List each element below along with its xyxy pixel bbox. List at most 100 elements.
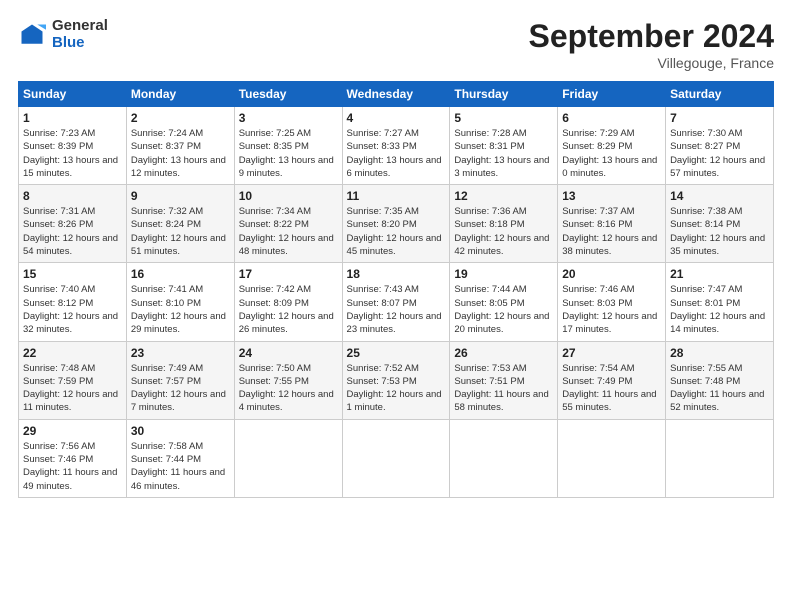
day-number: 11	[347, 189, 446, 203]
day-number: 7	[670, 111, 769, 125]
calendar-cell: 26 Sunrise: 7:53 AMSunset: 7:51 PMDaylig…	[450, 341, 558, 419]
day-number: 14	[670, 189, 769, 203]
day-detail: Sunrise: 7:31 AMSunset: 8:26 PMDaylight:…	[23, 206, 118, 257]
day-detail: Sunrise: 7:56 AMSunset: 7:46 PMDaylight:…	[23, 441, 117, 492]
table-row: 29 Sunrise: 7:56 AMSunset: 7:46 PMDaylig…	[19, 419, 774, 497]
day-detail: Sunrise: 7:55 AMSunset: 7:48 PMDaylight:…	[670, 363, 764, 414]
calendar-cell	[558, 419, 666, 497]
col-friday: Friday	[558, 82, 666, 107]
day-detail: Sunrise: 7:23 AMSunset: 8:39 PMDaylight:…	[23, 128, 118, 179]
page: General Blue September 2024 Villegouge, …	[0, 0, 792, 612]
day-number: 2	[131, 111, 230, 125]
col-tuesday: Tuesday	[234, 82, 342, 107]
day-number: 26	[454, 346, 553, 360]
col-thursday: Thursday	[450, 82, 558, 107]
calendar-cell: 19 Sunrise: 7:44 AMSunset: 8:05 PMDaylig…	[450, 263, 558, 341]
day-number: 24	[239, 346, 338, 360]
calendar-cell	[234, 419, 342, 497]
day-detail: Sunrise: 7:37 AMSunset: 8:16 PMDaylight:…	[562, 206, 657, 257]
title-area: September 2024 Villegouge, France	[529, 18, 774, 71]
day-detail: Sunrise: 7:27 AMSunset: 8:33 PMDaylight:…	[347, 128, 442, 179]
day-detail: Sunrise: 7:28 AMSunset: 8:31 PMDaylight:…	[454, 128, 549, 179]
table-row: 8 Sunrise: 7:31 AMSunset: 8:26 PMDayligh…	[19, 185, 774, 263]
calendar-cell: 10 Sunrise: 7:34 AMSunset: 8:22 PMDaylig…	[234, 185, 342, 263]
calendar-cell	[342, 419, 450, 497]
day-detail: Sunrise: 7:42 AMSunset: 8:09 PMDaylight:…	[239, 284, 334, 335]
day-number: 15	[23, 267, 122, 281]
logo: General Blue	[18, 18, 108, 51]
day-number: 9	[131, 189, 230, 203]
day-detail: Sunrise: 7:24 AMSunset: 8:37 PMDaylight:…	[131, 128, 226, 179]
day-detail: Sunrise: 7:49 AMSunset: 7:57 PMDaylight:…	[131, 363, 226, 414]
calendar-cell: 1 Sunrise: 7:23 AMSunset: 8:39 PMDayligh…	[19, 107, 127, 185]
day-detail: Sunrise: 7:46 AMSunset: 8:03 PMDaylight:…	[562, 284, 657, 335]
day-detail: Sunrise: 7:44 AMSunset: 8:05 PMDaylight:…	[454, 284, 549, 335]
day-detail: Sunrise: 7:53 AMSunset: 7:51 PMDaylight:…	[454, 363, 548, 414]
logo-icon	[18, 21, 46, 49]
day-number: 13	[562, 189, 661, 203]
day-number: 30	[131, 424, 230, 438]
calendar-cell: 11 Sunrise: 7:35 AMSunset: 8:20 PMDaylig…	[342, 185, 450, 263]
day-number: 29	[23, 424, 122, 438]
calendar-cell: 16 Sunrise: 7:41 AMSunset: 8:10 PMDaylig…	[126, 263, 234, 341]
day-detail: Sunrise: 7:58 AMSunset: 7:44 PMDaylight:…	[131, 441, 225, 492]
calendar-cell: 24 Sunrise: 7:50 AMSunset: 7:55 PMDaylig…	[234, 341, 342, 419]
logo-blue-text: Blue	[52, 35, 108, 52]
day-detail: Sunrise: 7:38 AMSunset: 8:14 PMDaylight:…	[670, 206, 765, 257]
day-detail: Sunrise: 7:48 AMSunset: 7:59 PMDaylight:…	[23, 363, 118, 414]
calendar-cell: 13 Sunrise: 7:37 AMSunset: 8:16 PMDaylig…	[558, 185, 666, 263]
day-number: 28	[670, 346, 769, 360]
day-number: 10	[239, 189, 338, 203]
calendar-cell: 20 Sunrise: 7:46 AMSunset: 8:03 PMDaylig…	[558, 263, 666, 341]
day-number: 18	[347, 267, 446, 281]
calendar-cell: 5 Sunrise: 7:28 AMSunset: 8:31 PMDayligh…	[450, 107, 558, 185]
day-detail: Sunrise: 7:25 AMSunset: 8:35 PMDaylight:…	[239, 128, 334, 179]
logo-general-text: General	[52, 18, 108, 35]
calendar-cell: 22 Sunrise: 7:48 AMSunset: 7:59 PMDaylig…	[19, 341, 127, 419]
header: General Blue September 2024 Villegouge, …	[18, 18, 774, 71]
day-detail: Sunrise: 7:30 AMSunset: 8:27 PMDaylight:…	[670, 128, 765, 179]
day-number: 3	[239, 111, 338, 125]
day-detail: Sunrise: 7:36 AMSunset: 8:18 PMDaylight:…	[454, 206, 549, 257]
day-detail: Sunrise: 7:34 AMSunset: 8:22 PMDaylight:…	[239, 206, 334, 257]
calendar-cell: 28 Sunrise: 7:55 AMSunset: 7:48 PMDaylig…	[666, 341, 774, 419]
day-detail: Sunrise: 7:43 AMSunset: 8:07 PMDaylight:…	[347, 284, 442, 335]
day-number: 12	[454, 189, 553, 203]
day-detail: Sunrise: 7:32 AMSunset: 8:24 PMDaylight:…	[131, 206, 226, 257]
day-number: 22	[23, 346, 122, 360]
logo-text: General Blue	[52, 18, 108, 51]
day-detail: Sunrise: 7:35 AMSunset: 8:20 PMDaylight:…	[347, 206, 442, 257]
day-detail: Sunrise: 7:54 AMSunset: 7:49 PMDaylight:…	[562, 363, 656, 414]
day-detail: Sunrise: 7:47 AMSunset: 8:01 PMDaylight:…	[670, 284, 765, 335]
day-number: 19	[454, 267, 553, 281]
calendar-cell: 17 Sunrise: 7:42 AMSunset: 8:09 PMDaylig…	[234, 263, 342, 341]
calendar-cell: 14 Sunrise: 7:38 AMSunset: 8:14 PMDaylig…	[666, 185, 774, 263]
day-number: 23	[131, 346, 230, 360]
day-detail: Sunrise: 7:41 AMSunset: 8:10 PMDaylight:…	[131, 284, 226, 335]
header-row: Sunday Monday Tuesday Wednesday Thursday…	[19, 82, 774, 107]
calendar-cell: 15 Sunrise: 7:40 AMSunset: 8:12 PMDaylig…	[19, 263, 127, 341]
table-row: 1 Sunrise: 7:23 AMSunset: 8:39 PMDayligh…	[19, 107, 774, 185]
day-detail: Sunrise: 7:40 AMSunset: 8:12 PMDaylight:…	[23, 284, 118, 335]
day-number: 21	[670, 267, 769, 281]
calendar-cell: 29 Sunrise: 7:56 AMSunset: 7:46 PMDaylig…	[19, 419, 127, 497]
calendar-cell: 27 Sunrise: 7:54 AMSunset: 7:49 PMDaylig…	[558, 341, 666, 419]
calendar-cell: 2 Sunrise: 7:24 AMSunset: 8:37 PMDayligh…	[126, 107, 234, 185]
month-title: September 2024	[529, 18, 774, 55]
col-sunday: Sunday	[19, 82, 127, 107]
day-number: 6	[562, 111, 661, 125]
day-number: 17	[239, 267, 338, 281]
day-detail: Sunrise: 7:29 AMSunset: 8:29 PMDaylight:…	[562, 128, 657, 179]
calendar-cell: 6 Sunrise: 7:29 AMSunset: 8:29 PMDayligh…	[558, 107, 666, 185]
calendar-table: Sunday Monday Tuesday Wednesday Thursday…	[18, 81, 774, 498]
calendar-cell: 7 Sunrise: 7:30 AMSunset: 8:27 PMDayligh…	[666, 107, 774, 185]
day-number: 4	[347, 111, 446, 125]
calendar-cell: 21 Sunrise: 7:47 AMSunset: 8:01 PMDaylig…	[666, 263, 774, 341]
table-row: 15 Sunrise: 7:40 AMSunset: 8:12 PMDaylig…	[19, 263, 774, 341]
calendar-cell	[666, 419, 774, 497]
calendar-cell	[450, 419, 558, 497]
day-detail: Sunrise: 7:50 AMSunset: 7:55 PMDaylight:…	[239, 363, 334, 414]
calendar-cell: 30 Sunrise: 7:58 AMSunset: 7:44 PMDaylig…	[126, 419, 234, 497]
col-wednesday: Wednesday	[342, 82, 450, 107]
day-number: 8	[23, 189, 122, 203]
